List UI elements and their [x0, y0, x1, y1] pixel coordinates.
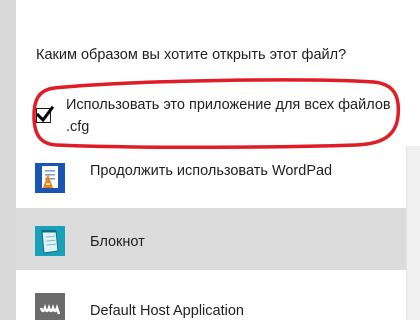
app-item-default-host[interactable]: Default Host Application	[16, 270, 406, 320]
wordpad-icon	[35, 163, 65, 193]
app-label-notepad: Блокнот	[90, 234, 145, 250]
app-label-wordpad: Продолжить использовать WordPad	[90, 163, 333, 179]
checkmark-icon	[35, 105, 55, 123]
dialog-question: Каким образом вы хотите открыть этот фай…	[36, 47, 347, 63]
open-with-dialog: Каким образом вы хотите открыть этот фай…	[16, 0, 420, 320]
always-use-checkbox-label: Использовать это приложение для всех фай…	[66, 97, 391, 135]
host-app-icon	[35, 293, 65, 320]
apps-scrollbar[interactable]	[406, 146, 420, 320]
app-label-default-host: Default Host Application	[90, 303, 244, 319]
notepad-icon	[35, 226, 65, 256]
always-use-checkbox[interactable]	[35, 105, 55, 123]
app-item-notepad[interactable]: Блокнот	[16, 208, 406, 270]
app-item-wordpad[interactable]: Продолжить использовать WordPad	[16, 146, 406, 208]
always-use-checkbox-row[interactable]: Использовать это приложение для всех фай…	[16, 86, 420, 146]
